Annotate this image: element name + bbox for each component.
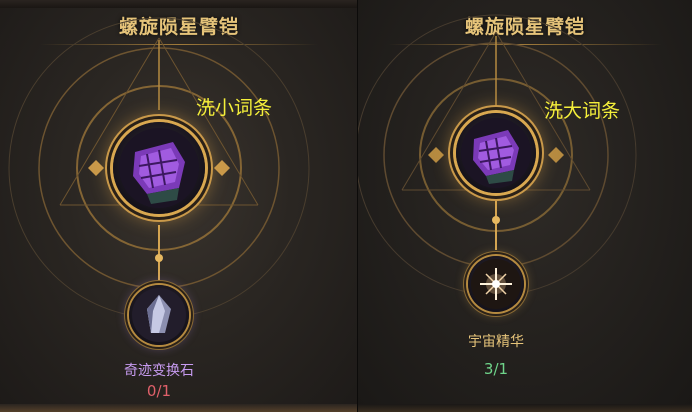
material-name: 奇迹变换石 (124, 363, 194, 379)
cosmic-essence-icon (471, 259, 521, 309)
gauntlet-icon (461, 118, 531, 188)
crystal-stone-icon (132, 288, 186, 342)
equipment-slot[interactable] (456, 113, 536, 193)
annotation-label: 洗小词条 (196, 97, 273, 119)
equipment-slot[interactable] (113, 122, 205, 214)
reforge-panel-major: 螺旋陨星臂铠 洗大词条 宇宙精华 3/1 (358, 0, 692, 412)
material-name: 宇宙精华 (468, 334, 524, 350)
bottom-strip (358, 404, 692, 412)
material-count: 3/1 (483, 360, 509, 378)
reforge-panel-minor: 螺旋陨星臂铠 洗小词条 奇迹变换石 0/1 (0, 0, 358, 412)
bottom-strip (0, 404, 358, 412)
material-slot[interactable] (468, 256, 524, 312)
annotation-label: 洗大词条 (544, 100, 621, 122)
material-count: 0/1 (146, 382, 172, 400)
material-slot[interactable] (129, 285, 189, 345)
gauntlet-icon (119, 128, 199, 208)
